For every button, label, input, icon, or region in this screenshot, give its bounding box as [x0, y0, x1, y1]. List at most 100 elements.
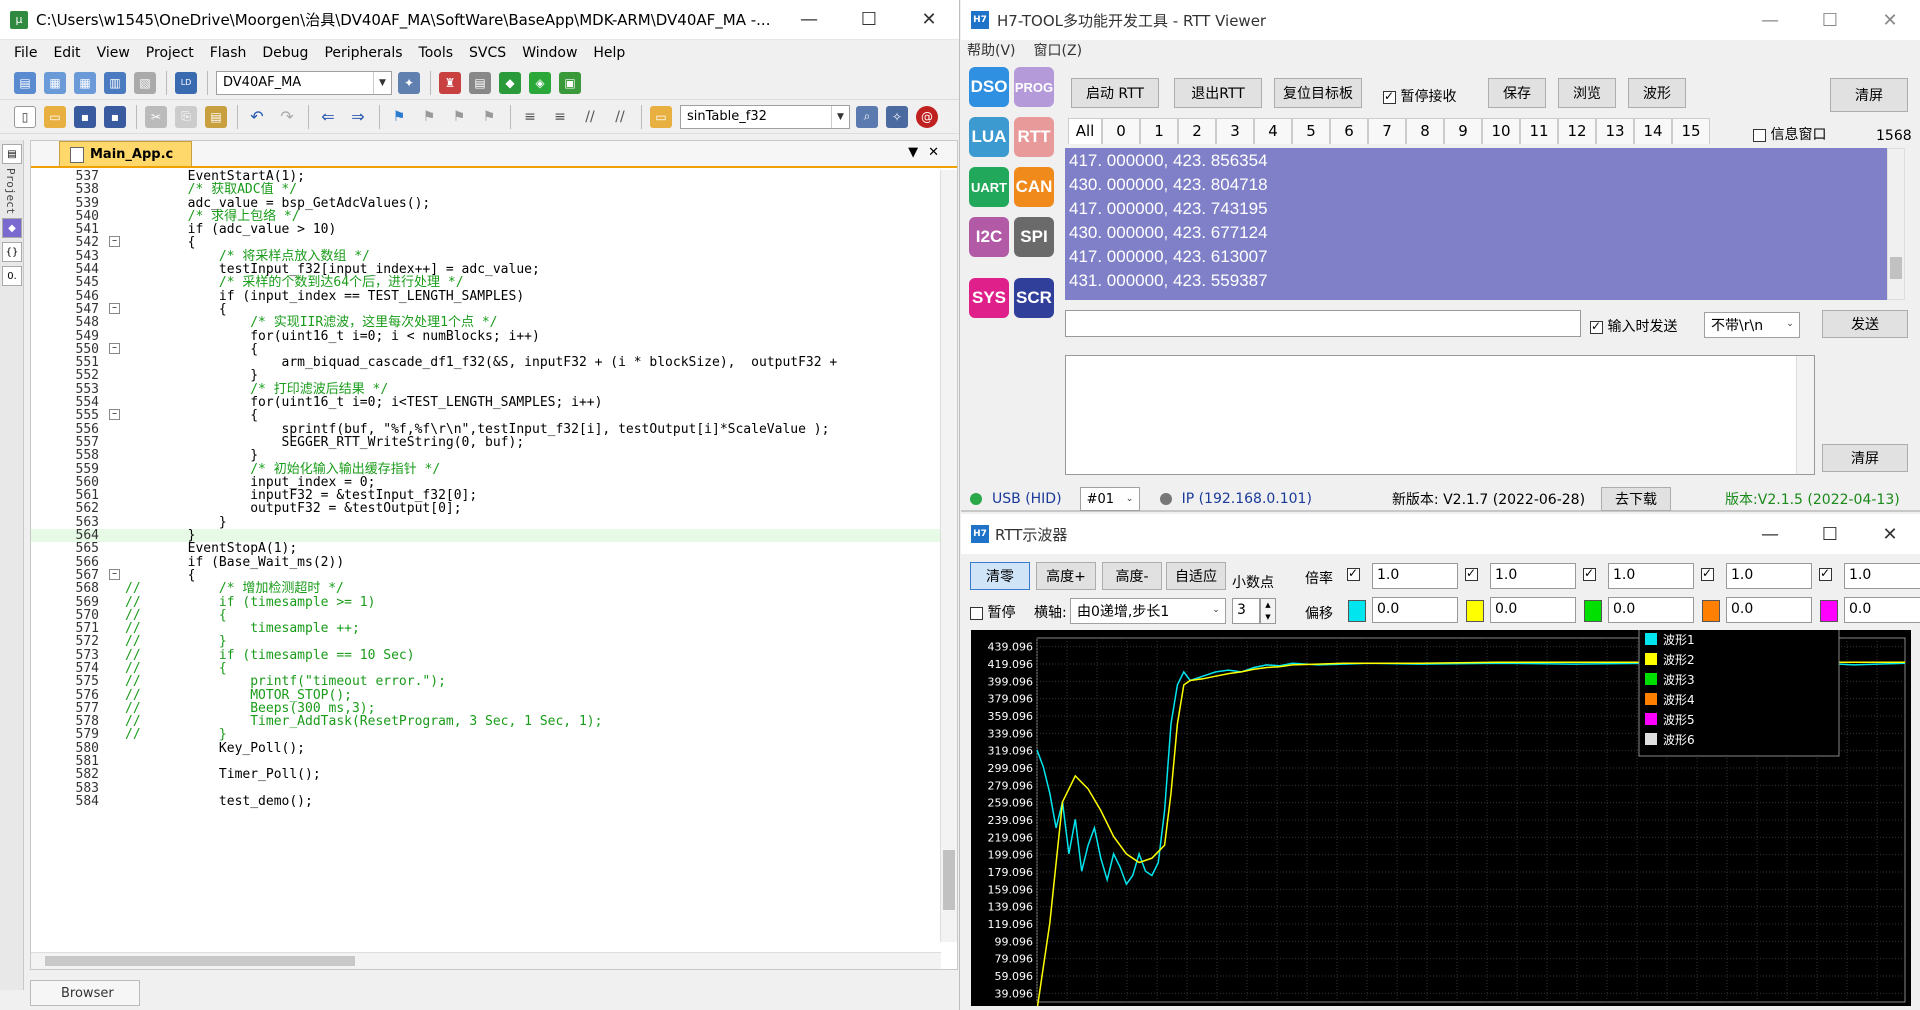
- tab-main-app[interactable]: Main_App.c: [59, 141, 193, 166]
- port-select[interactable]: #01 ⌄: [1079, 487, 1140, 511]
- channel-tab-2[interactable]: 2: [1178, 118, 1216, 144]
- prev-bookmark-icon[interactable]: ⚑: [418, 106, 440, 128]
- code-line[interactable]: 555 {: [31, 409, 941, 423]
- exit-rtt-button[interactable]: 退出RTT: [1174, 78, 1262, 108]
- channel-tab-6[interactable]: 6: [1330, 118, 1368, 144]
- templates-tab-icon[interactable]: 0.: [2, 266, 22, 287]
- channel-tab-1[interactable]: 1: [1140, 118, 1178, 144]
- browser-tab[interactable]: Browser: [30, 980, 140, 1006]
- channel-tab-0[interactable]: 0: [1102, 118, 1140, 144]
- download-button[interactable]: 去下载: [1601, 487, 1672, 511]
- undo-icon[interactable]: ↶: [246, 106, 268, 128]
- pause-checkbox[interactable]: [970, 606, 983, 620]
- clear-bookmarks-icon[interactable]: ⚑: [478, 106, 500, 128]
- code-line[interactable]: 561 inputF32 = &testInput_f32[0];: [31, 489, 941, 503]
- send-button[interactable]: 发送: [1822, 310, 1908, 338]
- books-tab-icon[interactable]: ◆: [2, 218, 22, 239]
- horizontal-scrollbar[interactable]: [31, 952, 941, 969]
- send-input[interactable]: [1065, 310, 1581, 337]
- code-line[interactable]: 582 Timer_Poll();: [31, 768, 941, 782]
- menu-window[interactable]: Window: [514, 45, 585, 61]
- code-area[interactable]: 537 EventStartA(1); 538 /* 获取ADC值 */539 a…: [31, 170, 941, 942]
- history-scrollbar[interactable]: [1796, 356, 1814, 474]
- code-line[interactable]: 568 // /* 增加检测超时 */: [31, 582, 941, 596]
- channel-tab-4[interactable]: 4: [1254, 118, 1292, 144]
- code-line[interactable]: 542 {: [31, 236, 941, 250]
- cut-icon[interactable]: ✂: [145, 105, 167, 128]
- channel-2-scale-input[interactable]: 1.0: [1490, 563, 1576, 589]
- code-line[interactable]: 554 for(uint16_t i=0; i<TEST_LENGTH_SAMP…: [31, 396, 941, 410]
- wave-button[interactable]: 波形: [1628, 78, 1686, 108]
- code-line[interactable]: 549 for(uint16_t i=0; i < numBlocks; i++…: [31, 329, 941, 343]
- channel-tab-all[interactable]: All: [1068, 118, 1102, 144]
- channel-4-color-swatch[interactable]: [1702, 600, 1720, 622]
- menu-help[interactable]: Help: [585, 45, 633, 61]
- target-options-icon[interactable]: ✦: [398, 71, 420, 94]
- channel-3-enable-checkbox[interactable]: [1583, 566, 1596, 581]
- menu-debug[interactable]: Debug: [254, 45, 316, 61]
- comment-icon[interactable]: //: [579, 106, 601, 128]
- code-line[interactable]: 556 sprintf(buf, "%f,%f\r\n",testInput_f…: [31, 422, 941, 436]
- channel-1-color-swatch[interactable]: [1348, 600, 1366, 622]
- functions-tab-icon[interactable]: {}: [2, 242, 22, 263]
- menu-svcs[interactable]: SVCS: [461, 45, 514, 61]
- channel-tab-11[interactable]: 11: [1520, 118, 1558, 144]
- menu-peripherals[interactable]: Peripherals: [316, 45, 410, 61]
- channel-4-offset-input[interactable]: 0.0: [1726, 597, 1812, 623]
- channel-tab-5[interactable]: 5: [1292, 118, 1330, 144]
- code-line[interactable]: 567 {: [31, 569, 941, 583]
- code-line[interactable]: 577 // Beeps(300 ms,3);: [31, 702, 941, 716]
- channel-2-offset-input[interactable]: 0.0: [1490, 597, 1576, 623]
- nav-back-icon[interactable]: ⇐: [317, 106, 339, 128]
- fold-toggle-icon[interactable]: [103, 302, 125, 316]
- tool-button-sys[interactable]: SYS: [969, 278, 1009, 318]
- code-line[interactable]: 566 if (Base_Wait_ms(2)): [31, 555, 941, 569]
- info-window-option[interactable]: 信息窗口: [1753, 124, 1826, 144]
- clear-history-button[interactable]: 清屏: [1822, 444, 1908, 472]
- maximize-icon[interactable]: ☐: [1800, 0, 1860, 40]
- select-software-icon[interactable]: ◆: [499, 71, 521, 94]
- send-on-input-option[interactable]: 输入时发送: [1590, 316, 1677, 336]
- menu-view[interactable]: View: [89, 45, 138, 61]
- code-line[interactable]: 569 // if (timesample >= 1): [31, 595, 941, 609]
- code-line[interactable]: 583: [31, 781, 941, 795]
- build-icon[interactable]: ▦: [44, 71, 66, 94]
- code-line[interactable]: 541 if (adc_value > 10): [31, 223, 941, 237]
- channel-tab-3[interactable]: 3: [1216, 118, 1254, 144]
- height-plus-button[interactable]: 高度+: [1036, 562, 1096, 590]
- load-icon[interactable]: LD: [175, 71, 197, 94]
- close-tab-icon[interactable]: ✕: [928, 145, 949, 160]
- close-icon[interactable]: ✕: [1860, 0, 1920, 40]
- line-ending-select[interactable]: 不带\r\n ⌄: [1704, 312, 1800, 338]
- fold-toggle-icon[interactable]: [103, 236, 125, 249]
- rte-icon[interactable]: ▣: [559, 71, 581, 94]
- channel-3-scale-input[interactable]: 1.0: [1608, 563, 1694, 589]
- code-line[interactable]: 552 }: [31, 369, 941, 383]
- channel-tab-15[interactable]: 15: [1672, 118, 1710, 144]
- project-tab-icon[interactable]: ▤: [2, 144, 22, 164]
- find-combo[interactable]: sinTable_f32 ▼: [680, 104, 850, 129]
- save-all-icon[interactable]: ▪: [104, 105, 126, 128]
- channel-tab-10[interactable]: 10: [1482, 118, 1520, 144]
- code-line[interactable]: 573 // if (timesample == 10 Sec): [31, 648, 941, 662]
- code-line[interactable]: 543 /* 将采样点放入数组 */: [31, 249, 941, 263]
- next-bookmark-icon[interactable]: ⚑: [448, 106, 470, 128]
- channel-tab-9[interactable]: 9: [1444, 118, 1482, 144]
- pack-installer-icon[interactable]: ◈: [529, 71, 551, 94]
- code-line[interactable]: 570 // {: [31, 608, 941, 622]
- code-line[interactable]: 559 /* 初始化输入输出缓存指针 */: [31, 462, 941, 476]
- start-rtt-button[interactable]: 启动 RTT: [1071, 78, 1159, 108]
- code-line[interactable]: 578 // Timer_AddTask(ResetProgram, 3 Sec,…: [31, 715, 941, 729]
- code-line[interactable]: 540 /* 求得上包络 */: [31, 210, 941, 224]
- translate-icon[interactable]: ▤: [14, 71, 36, 94]
- height-minus-button[interactable]: 高度-: [1102, 562, 1162, 590]
- menu-file[interactable]: File: [6, 45, 45, 61]
- code-line[interactable]: 557 SEGGER_RTT_WriteString(0, buf);: [31, 436, 941, 450]
- minimize-icon[interactable]: —: [1740, 0, 1800, 40]
- maximize-icon[interactable]: ☐: [1800, 514, 1860, 554]
- save-icon[interactable]: ▪: [74, 105, 96, 128]
- channel-4-enable-checkbox[interactable]: [1701, 566, 1714, 581]
- find-icon[interactable]: ⌕: [856, 105, 878, 128]
- code-line[interactable]: 546 if (input_index == TEST_LENGTH_SAMPL…: [31, 289, 941, 303]
- fold-toggle-icon[interactable]: [103, 342, 125, 356]
